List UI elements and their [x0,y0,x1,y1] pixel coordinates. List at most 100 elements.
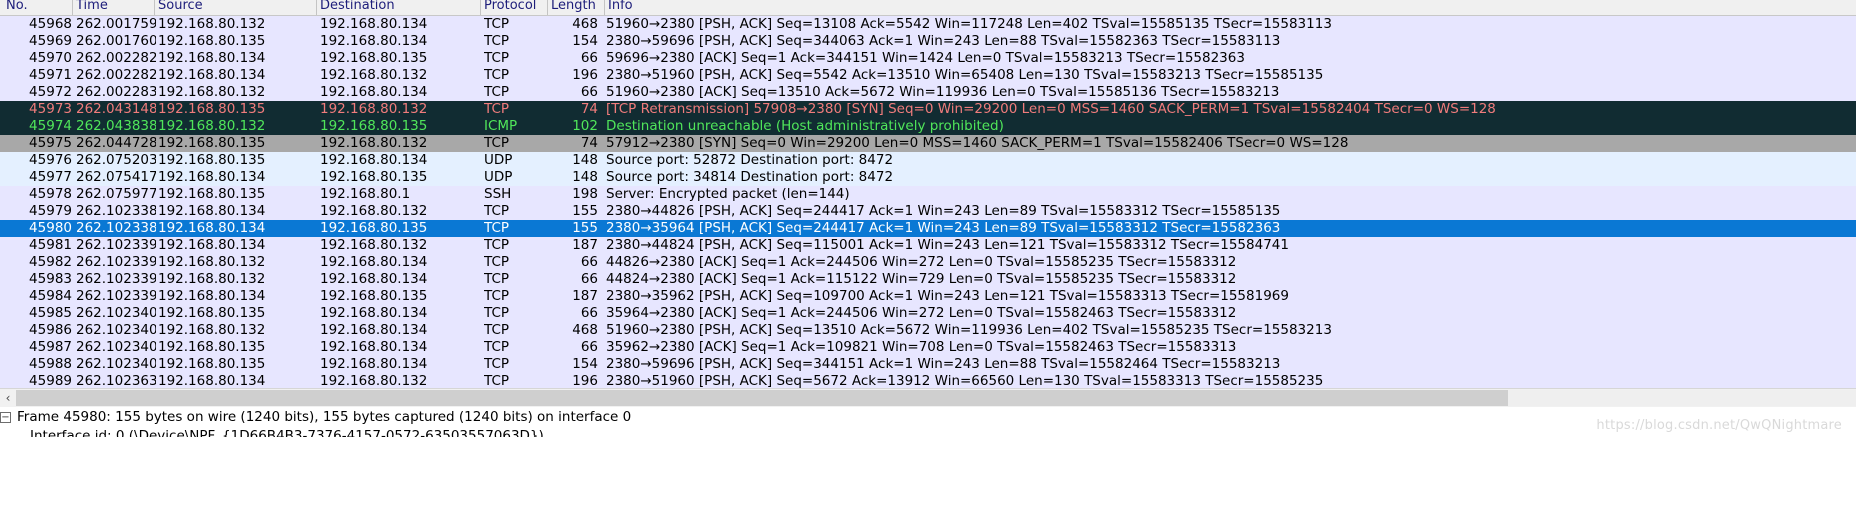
cell-protocol: UDP [484,152,513,168]
cell-info: 59696→2380 [ACK] Seq=1 Ack=344151 Win=14… [606,50,1245,66]
cell-destination: 192.168.80.135 [320,118,428,134]
column-divider-time[interactable] [154,0,155,15]
column-header-length[interactable]: Length [551,0,596,13]
cell-info: 2380→44824 [PSH, ACK] Seq=115001 Ack=1 W… [606,237,1289,253]
table-row[interactable]: 45978 262.075977 192.168.80.135 192.168.80.… [0,186,1856,203]
cell-source: 192.168.80.132 [158,322,266,338]
cell-length: 102 [572,118,598,134]
cell-length: 196 [572,67,598,83]
column-divider-dest[interactable] [480,0,481,15]
cell-info: 2380→51960 [PSH, ACK] Seq=5542 Ack=13510… [606,67,1324,83]
cell-time: 262.102340 [76,322,156,338]
cell-info: 2380→59696 [PSH, ACK] Seq=344151 Ack=1 W… [606,356,1281,372]
cell-protocol: TCP [484,254,510,270]
table-row[interactable]: 45975 262.044728 192.168.80.135 192.168.80.… [0,135,1856,152]
scrollbar-thumb[interactable] [16,390,1508,406]
column-divider-protocol[interactable] [547,0,548,15]
cell-destination: 192.168.80.135 [320,220,428,236]
cell-length: 155 [572,220,598,236]
column-divider-length[interactable] [604,0,605,15]
table-row[interactable]: 45979 262.102338 192.168.80.134 192.168.80.… [0,203,1856,220]
cell-info: 35962→2380 [ACK] Seq=1 Ack=109821 Win=70… [606,339,1237,355]
column-header-info[interactable]: Info [608,0,633,13]
column-header-no[interactable]: No. [6,0,28,13]
table-row[interactable]: 45987 262.102340 192.168.80.135 192.168.80.… [0,339,1856,356]
cell-destination: 192.168.80.134 [320,152,428,168]
cell-length: 187 [572,237,598,253]
column-header-protocol[interactable]: Protocol [484,0,536,13]
cell-length: 66 [580,254,598,270]
cell-no: 45977 [29,169,72,185]
cell-no: 45970 [29,50,72,66]
cell-protocol: TCP [484,16,510,32]
cell-destination: 192.168.80.132 [320,101,428,117]
cell-destination: 192.168.80.132 [320,135,428,151]
cell-time: 262.102339 [76,254,156,270]
cell-protocol: TCP [484,356,510,372]
cell-time: 262.043838 [76,118,156,134]
cell-no: 45980 [29,220,72,236]
cell-protocol: TCP [484,322,510,338]
cell-source: 192.168.80.134 [158,169,266,185]
table-row[interactable]: 45980 262.102338 192.168.80.134 192.168.80.… [0,220,1856,237]
table-row[interactable]: 45969 262.001760 192.168.80.135 192.168.80.… [0,33,1856,50]
cell-source: 192.168.80.135 [158,135,266,151]
cell-info: 2380→59696 [PSH, ACK] Seq=344063 Ack=1 W… [606,33,1281,49]
cell-info: 57912→2380 [SYN] Seq=0 Win=29200 Len=0 M… [606,135,1349,151]
cell-source: 192.168.80.135 [158,339,266,355]
cell-time: 262.002282 [76,50,156,66]
column-divider-no[interactable] [72,0,73,15]
cell-destination: 192.168.80.134 [320,322,428,338]
table-row[interactable]: 45968 262.001759 192.168.80.132 192.168.80.… [0,16,1856,33]
table-row[interactable]: 45986 262.102340 192.168.80.132 192.168.80.… [0,322,1856,339]
table-row[interactable]: 45971 262.002282 192.168.80.134 192.168.80.… [0,67,1856,84]
table-row[interactable]: 45984 262.102339 192.168.80.134 192.168.80.… [0,288,1856,305]
cell-length: 66 [580,305,598,321]
cell-destination: 192.168.80.134 [320,254,428,270]
cell-protocol: TCP [484,135,510,151]
detail-line-interface-id[interactable]: Interface id: 0 (\Device\NPF_{1D66B4B3-7… [0,427,1856,437]
cell-protocol: TCP [484,288,510,304]
cell-time: 262.102340 [76,339,156,355]
table-row[interactable]: 45983 262.102339 192.168.80.132 192.168.80.… [0,271,1856,288]
table-row[interactable]: 45973 262.043148 192.168.80.135 192.168.80.… [0,101,1856,118]
cell-destination: 192.168.80.134 [320,305,428,321]
scrollbar-track[interactable] [1508,390,1856,406]
detail-line-interface-id-text: Interface id: 0 (\Device\NPF_{1D66B4B3-7… [30,428,544,437]
packet-detail-pane[interactable]: − Frame 45980: 155 bytes on wire (1240 bi… [0,408,1856,514]
cell-source: 192.168.80.132 [158,118,266,134]
cell-time: 262.102339 [76,237,156,253]
cell-time: 262.102338 [76,203,156,219]
cell-time: 262.102339 [76,288,156,304]
column-header-source[interactable]: Source [158,0,203,13]
table-row[interactable]: 45970 262.002282 192.168.80.134 192.168.80.… [0,50,1856,67]
table-row[interactable]: 45972 262.002283 192.168.80.132 192.168.80.… [0,84,1856,101]
cell-time: 262.102340 [76,356,156,372]
cell-source: 192.168.80.135 [158,152,266,168]
cell-source: 192.168.80.135 [158,305,266,321]
packet-list-horizontal-scrollbar[interactable]: ‹ [0,388,1856,407]
packet-list-pane[interactable]: No. Time Source Destination Protocol Len… [0,0,1856,402]
packet-list-header[interactable]: No. Time Source Destination Protocol Len… [0,0,1856,16]
column-header-destination[interactable]: Destination [320,0,395,13]
table-row[interactable]: 45977 262.075417 192.168.80.134 192.168.80.… [0,169,1856,186]
table-row[interactable]: 45982 262.102339 192.168.80.132 192.168.80.… [0,254,1856,271]
cell-no: 45971 [29,67,72,83]
cell-info: Source port: 52872 Destination port: 847… [606,152,894,168]
table-row[interactable]: 45981 262.102339 192.168.80.134 192.168.80.… [0,237,1856,254]
column-header-time[interactable]: Time [76,0,108,13]
table-row[interactable]: 45985 262.102340 192.168.80.135 192.168.80.… [0,305,1856,322]
table-row[interactable]: 45988 262.102340 192.168.80.135 192.168.80.… [0,356,1856,373]
table-row[interactable]: 45976 262.075203 192.168.80.135 192.168.80.… [0,152,1856,169]
expand-collapse-icon[interactable]: − [0,412,11,423]
column-divider-source[interactable] [316,0,317,15]
cell-no: 45985 [29,305,72,321]
detail-line-frame[interactable]: − Frame 45980: 155 bytes on wire (1240 bi… [0,408,1856,427]
cell-source: 192.168.80.134 [158,220,266,236]
table-row[interactable]: 45974 262.043838 192.168.80.132 192.168.80.… [0,118,1856,135]
cell-no: 45974 [29,118,72,134]
cell-source: 192.168.80.135 [158,186,266,202]
cell-no: 45988 [29,356,72,372]
scroll-left-arrow-icon[interactable]: ‹ [0,389,16,407]
cell-destination: 192.168.80.132 [320,237,428,253]
